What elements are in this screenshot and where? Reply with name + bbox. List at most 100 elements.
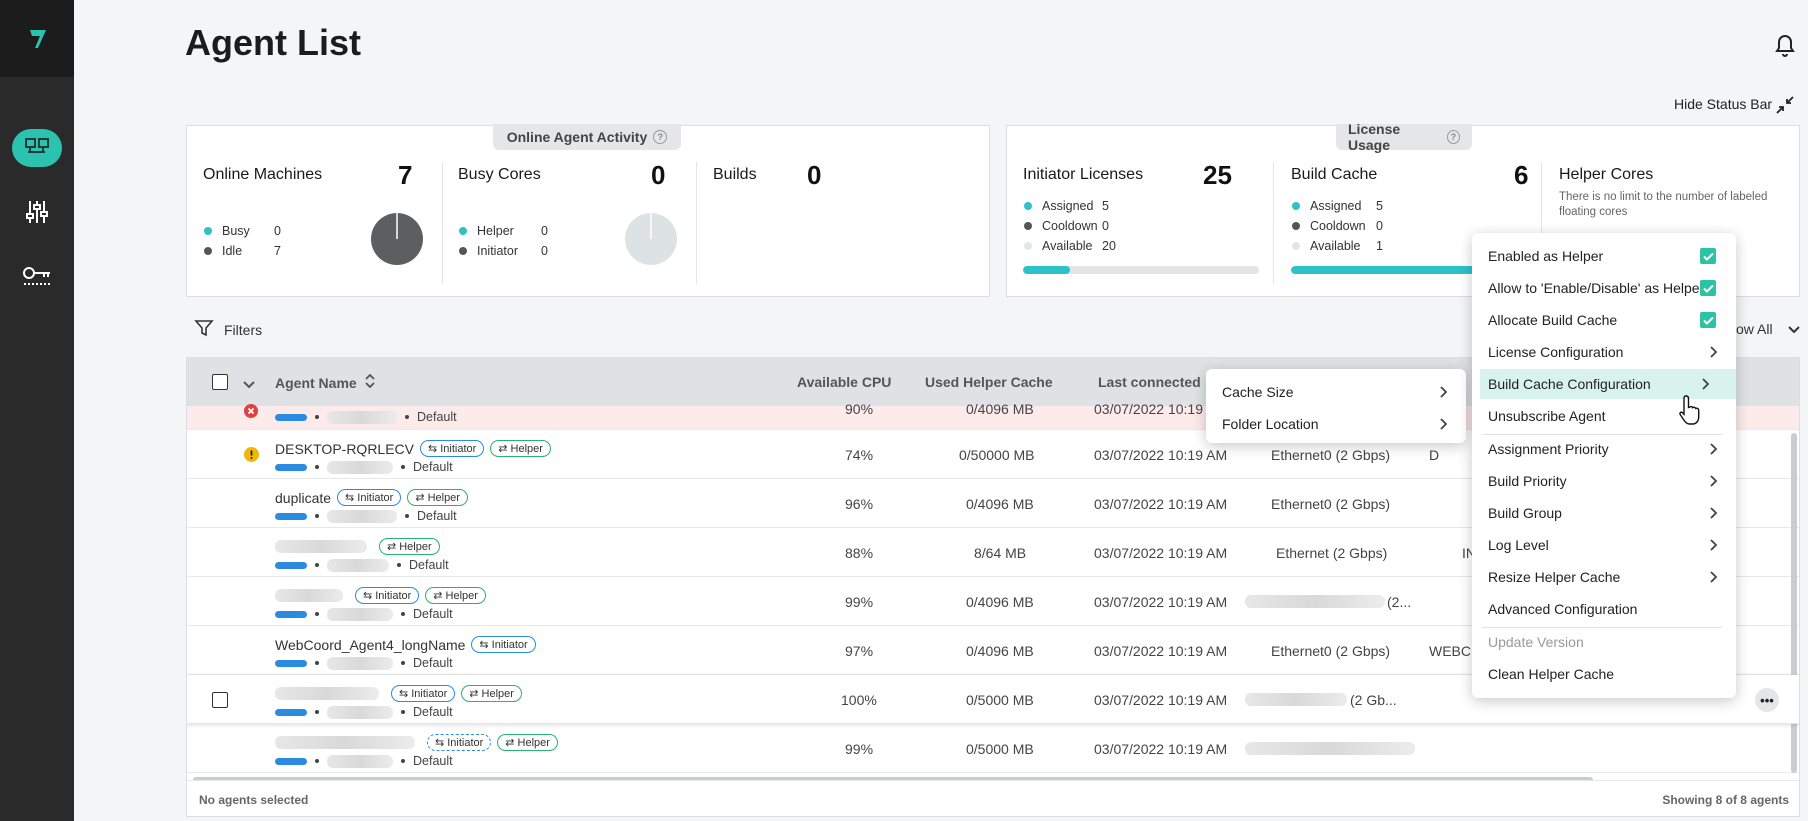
cpu-bar [275,512,307,520]
menu-item-resize-helper-cache[interactable]: Resize Helper Cache [1472,562,1736,592]
agent-name: duplicate ⇆ Initiator ⇄ Helper [275,489,468,506]
menu-item-label: Build Cache Configuration [1488,376,1651,392]
sidebar-item-settings[interactable] [0,187,74,239]
checkbox-checked-icon[interactable] [1700,280,1716,296]
initiator-licenses-stat: Initiator Licenses 25 [1023,160,1259,190]
busy-cores-pie-chart [624,212,678,269]
column-available-cpu[interactable]: Available CPU [797,374,891,390]
menu-item-cache-size[interactable]: Cache Size [1206,377,1466,407]
redacted-text [1245,693,1347,706]
legend-label: Initiator [477,244,518,258]
redacted-text [327,656,393,670]
cache-value: 8/64 MB [974,545,1027,561]
online-agent-activity-panel: Online Agent Activity ? Online Machines … [186,124,990,297]
initiator-badge: ⇆ Initiator [471,636,536,653]
network-value: Ethernet (2 Gbps) [1276,545,1388,561]
menu-item-clean-helper-cache[interactable]: Clean Helper Cache [1472,659,1736,689]
menu-item-label: Resize Helper Cache [1488,569,1621,585]
chevron-right-icon [1710,442,1718,458]
initiator-badge: ⇆ Initiator [391,685,456,702]
cpu-value: 74% [845,447,874,463]
divider [1273,162,1274,284]
filter-icon [194,318,214,341]
checkbox-checked-icon[interactable] [1700,312,1716,328]
chevron-right-icon [1440,385,1448,401]
chevron-down-icon[interactable] [243,376,255,392]
cache-value: 0/50000 MB [959,447,1035,463]
last-connected-value: 03/07/2022 10:19 AM [1094,496,1228,512]
show-all-dropdown[interactable]: ow All [1736,321,1801,337]
column-last-connected[interactable]: Last connected [1098,374,1201,390]
agent-group: Default [413,607,453,621]
column-agent-name[interactable]: Agent Name [275,373,375,391]
help-icon[interactable]: ? [653,130,668,144]
column-used-helper-cache[interactable]: Used Helper Cache [925,374,1053,390]
builds-stat: Builds 0 [713,160,833,190]
menu-item-build-group[interactable]: Build Group [1472,498,1736,528]
agent-group: Default [413,460,453,474]
help-icon[interactable]: ? [1446,130,1460,144]
agent-name: ⇄ Helper [275,538,440,555]
build-cache-stat: Build Cache 6 [1291,160,1528,190]
chevron-right-icon [1710,345,1718,361]
menu-item-build-priority[interactable]: Build Priority [1472,466,1736,496]
cpu-value: 97% [845,643,874,659]
agent-group: Default [413,754,453,768]
menu-item-allocate-build-cache[interactable]: Allocate Build Cache [1472,305,1736,335]
menu-item-label: Allow to 'Enable/Disable' as Helper [1488,280,1705,296]
menu-item-allow-enable-disable[interactable]: Allow to 'Enable/Disable' as Helper [1472,273,1736,303]
menu-item-advanced-configuration[interactable]: Advanced Configuration [1472,594,1736,624]
sidebar-item-licenses[interactable] [0,252,74,304]
app-logo[interactable] [0,0,74,77]
sidebar-item-agents[interactable] [0,122,74,174]
menu-item-label: Build Priority [1488,473,1567,489]
network-value: (2 Gb... [1350,692,1397,708]
cache-value: 0/4096 MB [966,594,1034,610]
collapse-icon[interactable] [1775,95,1795,118]
network-value: Ethernet0 (2 Gbps) [1271,447,1391,463]
redacted-text [327,705,393,719]
agent-meta: Default [275,410,457,424]
chevron-right-icon [1710,506,1718,522]
initiator-usage-bar [1023,266,1259,274]
agent-meta: Default [275,705,453,719]
agent-name: ⇆ Initiator ⇄ Helper [275,587,486,604]
menu-item-enabled-as-helper[interactable]: Enabled as Helper [1472,241,1736,271]
cache-value: 0/4096 MB [966,401,1034,417]
menu-item-license-configuration[interactable]: License Configuration [1472,337,1736,367]
more-options-icon[interactable]: ••• [1755,688,1779,712]
row-checkbox[interactable] [212,692,228,708]
select-all-checkbox[interactable] [212,374,228,390]
agent-name: WebCoord_Agent4_longName ⇆ Initiator [275,636,536,653]
legend-value: 5 [1376,199,1383,213]
cache-value: 0/5000 MB [966,741,1034,757]
legend-label: Assigned [1310,199,1362,213]
menu-item-log-level[interactable]: Log Level [1472,530,1736,560]
busy-cores-stat: Busy Cores 0 [458,160,680,190]
redacted-text [327,607,393,621]
network-value: (2... [1387,594,1412,610]
error-icon [244,404,258,421]
legend-value: 0 [1376,219,1383,233]
menu-item-label: Log Level [1488,537,1549,553]
filters-button[interactable]: Filters [194,318,262,341]
menu-item-folder-location[interactable]: Folder Location [1206,409,1466,439]
helper-badge: ⇄ Helper [497,734,558,751]
chevron-right-icon [1710,474,1718,490]
idle-pie-chart [370,212,424,269]
agent-meta: Default [275,656,453,670]
last-connected-value: 03/07/2022 10:19 AM [1094,594,1228,610]
filters-label: Filters [224,321,263,338]
menu-item-label: Unsubscribe Agent [1488,408,1606,424]
notifications-bell-icon[interactable] [1773,32,1797,61]
showing-count: Showing 8 of 8 agents [1662,793,1789,807]
hide-status-bar-button[interactable]: Hide Status Bar [1674,96,1772,112]
helper-cores-note: There is no limit to the number of label… [1559,191,1768,218]
divider [696,162,697,284]
menu-item-assignment-priority[interactable]: Assignment Priority [1472,434,1736,464]
agent-meta: Default [275,607,453,621]
extra-value: D [1429,447,1440,463]
initiator-usage-fill [1023,266,1071,274]
checkbox-checked-icon[interactable] [1700,248,1716,264]
table-row[interactable]: ⇆ Initiator ⇄ Helper Default 99% 0/5000 … [187,724,1799,773]
